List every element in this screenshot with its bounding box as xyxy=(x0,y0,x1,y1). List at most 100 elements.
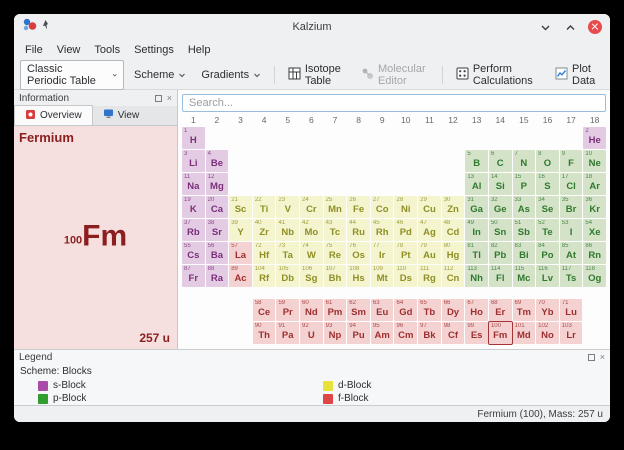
element-cell-Fe[interactable]: 26Fe xyxy=(347,196,370,218)
isotope-table-button[interactable]: Isotope Table xyxy=(283,60,351,90)
element-cell-No[interactable]: 102No xyxy=(536,322,559,344)
element-cell-Ru[interactable]: 44Ru xyxy=(347,219,370,241)
element-cell-Ta[interactable]: 73Ta xyxy=(276,242,299,264)
element-cell-Lu[interactable]: 71Lu xyxy=(560,299,583,321)
element-cell-Co[interactable]: 27Co xyxy=(371,196,394,218)
element-cell-Mg[interactable]: 12Mg xyxy=(206,173,229,195)
element-cell-Sr[interactable]: 38Sr xyxy=(206,219,229,241)
element-cell-Rb[interactable]: 37Rb xyxy=(182,219,205,241)
element-cell-He[interactable]: 2He xyxy=(583,127,606,149)
element-cell-Ga[interactable]: 31Ga xyxy=(465,196,488,218)
element-cell-Pu[interactable]: 94Pu xyxy=(347,322,370,344)
element-cell-Br[interactable]: 35Br xyxy=(560,196,583,218)
element-cell-Tb[interactable]: 65Tb xyxy=(418,299,441,321)
element-cell-Sb[interactable]: 51Sb xyxy=(513,219,536,241)
element-cell-Cd[interactable]: 48Cd xyxy=(442,219,465,241)
element-cell-Pm[interactable]: 61Pm xyxy=(324,299,347,321)
element-cell-Zn[interactable]: 30Zn xyxy=(442,196,465,218)
element-cell-Tm[interactable]: 69Tm xyxy=(513,299,536,321)
element-cell-H[interactable]: 1H xyxy=(182,127,205,149)
element-cell-Db[interactable]: 105Db xyxy=(276,265,299,287)
gradients-button[interactable]: Gradients xyxy=(196,66,266,84)
tab-overview[interactable]: Overview xyxy=(14,105,93,125)
maximize-icon[interactable] xyxy=(563,20,577,34)
element-cell-Cm[interactable]: 96Cm xyxy=(394,322,417,344)
element-cell-Cu[interactable]: 29Cu xyxy=(418,196,441,218)
element-cell-Rg[interactable]: 111Rg xyxy=(418,265,441,287)
element-cell-Ds[interactable]: 110Ds xyxy=(394,265,417,287)
element-cell-In[interactable]: 49In xyxy=(465,219,488,241)
element-cell-Ge[interactable]: 32Ge xyxy=(489,196,512,218)
element-cell-Cr[interactable]: 24Cr xyxy=(300,196,323,218)
element-cell-Og[interactable]: 118Og xyxy=(583,265,606,287)
element-cell-Mc[interactable]: 115Mc xyxy=(513,265,536,287)
element-cell-Be[interactable]: 4Be xyxy=(206,150,229,172)
element-cell-Pt[interactable]: 78Pt xyxy=(394,242,417,264)
element-cell-Hg[interactable]: 80Hg xyxy=(442,242,465,264)
element-cell-Na[interactable]: 11Na xyxy=(182,173,205,195)
element-cell-La[interactable]: 57La xyxy=(229,242,252,264)
element-cell-Np[interactable]: 93Np xyxy=(324,322,347,344)
element-cell-U[interactable]: 92U xyxy=(300,322,323,344)
element-cell-W[interactable]: 74W xyxy=(300,242,323,264)
element-cell-Hf[interactable]: 72Hf xyxy=(253,242,276,264)
close-panel-icon[interactable]: × xyxy=(167,94,172,103)
element-cell-Cl[interactable]: 17Cl xyxy=(560,173,583,195)
element-cell-Ba[interactable]: 56Ba xyxy=(206,242,229,264)
element-cell-Re[interactable]: 75Re xyxy=(324,242,347,264)
element-cell-Sn[interactable]: 50Sn xyxy=(489,219,512,241)
element-cell-Nb[interactable]: 41Nb xyxy=(276,219,299,241)
element-cell-Ni[interactable]: 28Ni xyxy=(394,196,417,218)
element-cell-Cf[interactable]: 98Cf xyxy=(442,322,465,344)
element-cell-Ce[interactable]: 58Ce xyxy=(253,299,276,321)
element-cell-Sm[interactable]: 62Sm xyxy=(347,299,370,321)
element-cell-Rf[interactable]: 104Rf xyxy=(253,265,276,287)
molecular-editor-button[interactable]: Molecular Editor xyxy=(356,60,434,90)
element-cell-Nh[interactable]: 113Nh xyxy=(465,265,488,287)
element-cell-Fr[interactable]: 87Fr xyxy=(182,265,205,287)
element-cell-Ho[interactable]: 67Ho xyxy=(465,299,488,321)
element-cell-Si[interactable]: 14Si xyxy=(489,173,512,195)
element-cell-Xe[interactable]: 54Xe xyxy=(583,219,606,241)
element-cell-Ts[interactable]: 117Ts xyxy=(560,265,583,287)
element-cell-At[interactable]: 85At xyxy=(560,242,583,264)
element-cell-Ti[interactable]: 22Ti xyxy=(253,196,276,218)
element-cell-Bi[interactable]: 83Bi xyxy=(513,242,536,264)
element-cell-Po[interactable]: 84Po xyxy=(536,242,559,264)
element-cell-Ar[interactable]: 18Ar xyxy=(583,173,606,195)
element-cell-Pb[interactable]: 82Pb xyxy=(489,242,512,264)
element-cell-Rn[interactable]: 86Rn xyxy=(583,242,606,264)
element-cell-Ra[interactable]: 88Ra xyxy=(206,265,229,287)
element-cell-Ac[interactable]: 89Ac xyxy=(229,265,252,287)
element-cell-Fm[interactable]: 100Fm xyxy=(489,322,512,344)
element-cell-Gd[interactable]: 64Gd xyxy=(394,299,417,321)
element-cell-Cn[interactable]: 112Cn xyxy=(442,265,465,287)
menu-item-tools[interactable]: Tools xyxy=(87,40,127,60)
element-cell-Ca[interactable]: 20Ca xyxy=(206,196,229,218)
table-type-select[interactable]: Classic Periodic Table xyxy=(20,60,124,90)
element-cell-Ir[interactable]: 77Ir xyxy=(371,242,394,264)
element-cell-Li[interactable]: 3Li xyxy=(182,150,205,172)
element-cell-C[interactable]: 6C xyxy=(489,150,512,172)
element-cell-S[interactable]: 16S xyxy=(536,173,559,195)
element-cell-Al[interactable]: 13Al xyxy=(465,173,488,195)
element-cell-As[interactable]: 33As xyxy=(513,196,536,218)
element-cell-Md[interactable]: 101Md xyxy=(513,322,536,344)
element-cell-Pd[interactable]: 46Pd xyxy=(394,219,417,241)
element-cell-Tc[interactable]: 43Tc xyxy=(324,219,347,241)
element-cell-Pa[interactable]: 91Pa xyxy=(276,322,299,344)
element-cell-N[interactable]: 7N xyxy=(513,150,536,172)
element-cell-Zr[interactable]: 40Zr xyxy=(253,219,276,241)
element-cell-Kr[interactable]: 36Kr xyxy=(583,196,606,218)
menu-item-file[interactable]: File xyxy=(18,40,50,60)
close-icon[interactable] xyxy=(588,20,602,34)
menu-item-view[interactable]: View xyxy=(50,40,88,60)
element-cell-Th[interactable]: 90Th xyxy=(253,322,276,344)
plot-data-button[interactable]: Plot Data xyxy=(550,60,604,90)
element-cell-Eu[interactable]: 63Eu xyxy=(371,299,394,321)
element-cell-Au[interactable]: 79Au xyxy=(418,242,441,264)
float-panel-icon[interactable] xyxy=(588,354,595,361)
element-cell-Rh[interactable]: 45Rh xyxy=(371,219,394,241)
element-cell-Mn[interactable]: 25Mn xyxy=(324,196,347,218)
element-cell-Te[interactable]: 52Te xyxy=(536,219,559,241)
